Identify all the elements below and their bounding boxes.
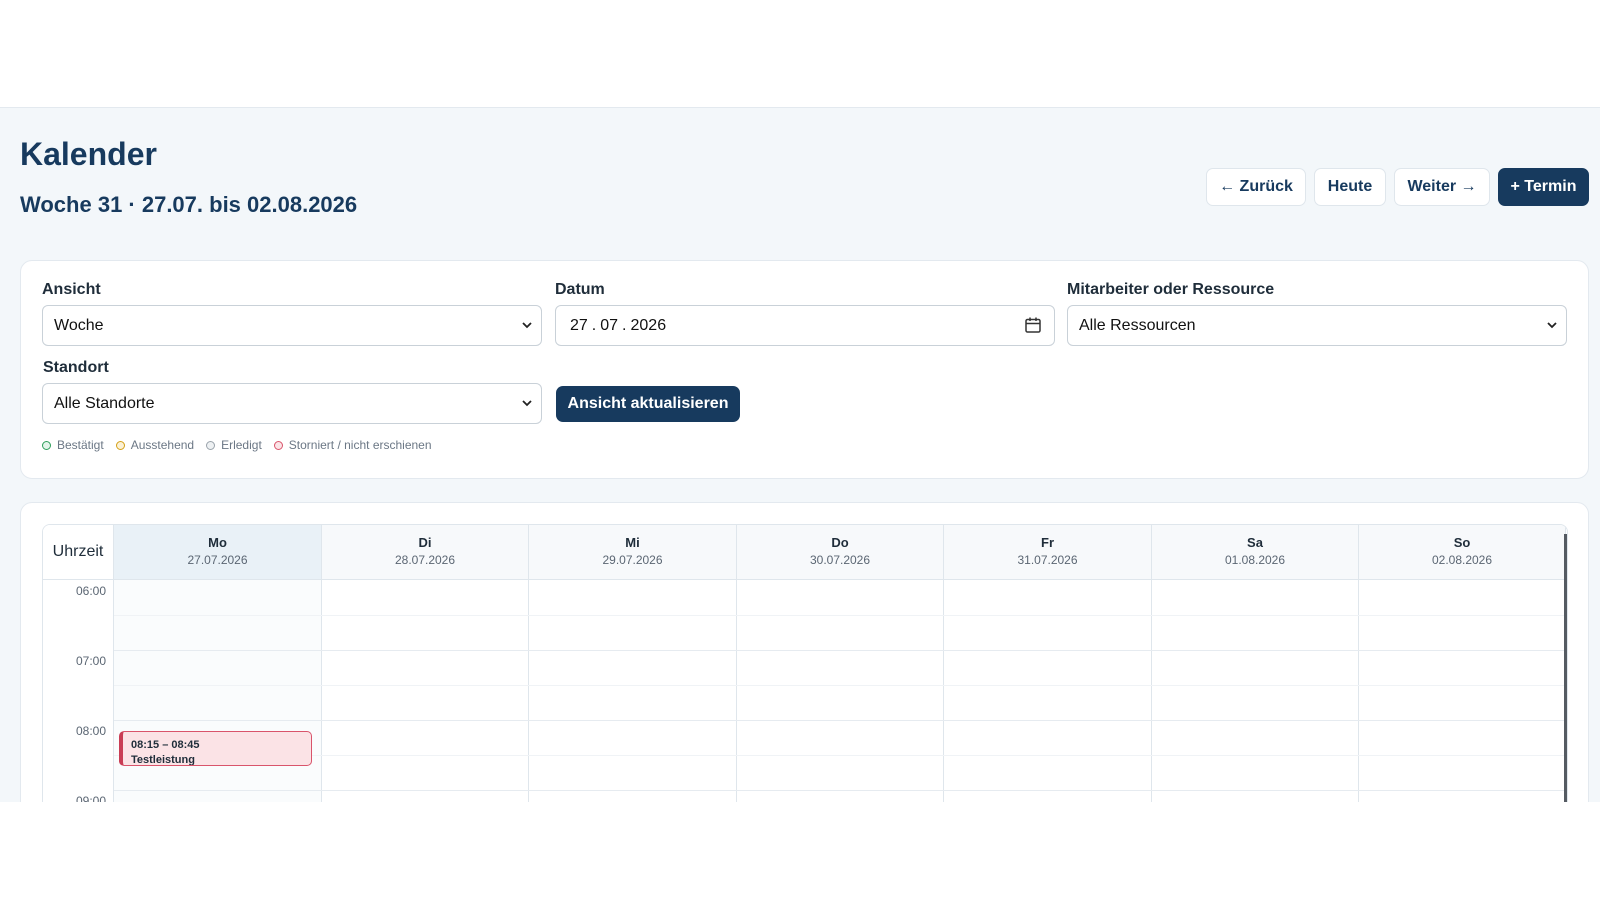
day-header-sa[interactable]: Sa 01.08.2026 (1152, 525, 1359, 580)
day-date: 01.08.2026 (1224, 553, 1286, 567)
legend-item-cancelled: Storniert / nicht erschienen (273, 438, 432, 452)
legend-item-done: Erledigt (206, 438, 262, 452)
day-name: Di (418, 535, 432, 550)
status-dot (115, 440, 125, 450)
view-label: Ansicht (42, 281, 101, 298)
status-legend: Bestätigt Ausstehend Erledigt Storniert … (42, 438, 444, 452)
previous-week-button[interactable]: ← Zurück (1206, 168, 1306, 206)
today-button[interactable]: Heute (1314, 168, 1386, 206)
time-column: 06:00 07:00 08:00 09:00 (43, 580, 114, 802)
chevron-down-icon (522, 322, 532, 329)
time-column-header: Uhrzeit (43, 525, 114, 580)
location-label: Standort (43, 359, 109, 376)
main-content: Kalender Woche 31 · 27.07. bis 02.08.202… (0, 108, 1600, 802)
day-header-do[interactable]: Do 30.07.2026 (737, 525, 944, 580)
resource-label: Mitarbeiter oder Ressource (1067, 281, 1275, 298)
legend-label: Storniert / nicht erschienen (288, 438, 432, 452)
date-separator: . (622, 316, 627, 334)
day-header-so[interactable]: So 02.08.2026 (1359, 525, 1566, 580)
hour-line (114, 650, 1567, 651)
day-column-so[interactable] (1359, 580, 1566, 802)
day-column-sa[interactable] (1152, 580, 1359, 802)
view-select[interactable]: Woche (42, 305, 542, 346)
legend-label: Erledigt (221, 438, 262, 452)
day-column-di[interactable] (322, 580, 529, 802)
day-name: Mo (208, 535, 227, 550)
calendar-icon[interactable] (1024, 316, 1042, 334)
location-select[interactable]: Alle Standorte (42, 383, 542, 424)
chevron-down-icon (1547, 322, 1557, 329)
apply-view-button[interactable]: Ansicht aktualisieren (556, 386, 740, 422)
legend-label: Bestätigt (57, 438, 104, 452)
time-label: 07:00 (75, 654, 106, 668)
day-name: Sa (1247, 535, 1263, 550)
day-name: Do (831, 535, 849, 550)
day-name: Fr (1041, 535, 1054, 550)
day-date: 30.07.2026 (809, 553, 871, 567)
date-separator: . (591, 316, 597, 334)
time-label: 06:00 (75, 584, 106, 598)
hour-line (114, 720, 1567, 721)
day-column-fr[interactable] (944, 580, 1152, 802)
day-name: Mi (625, 535, 640, 550)
half-hour-line (114, 615, 1567, 616)
week-range-title: Woche 31 · 27.07. bis 02.08.2026 (20, 192, 358, 217)
legend-item-pending: Ausstehend (115, 438, 195, 452)
time-label: 09:00 (75, 794, 106, 802)
day-date: 29.07.2026 (602, 553, 663, 567)
page-title: Kalender (20, 136, 157, 172)
date-year: 2026 (630, 316, 667, 334)
event-title: Testleistung (131, 754, 195, 766)
day-header-mi[interactable]: Mi 29.07.2026 (529, 525, 737, 580)
day-date: 02.08.2026 (1431, 553, 1493, 567)
date-input[interactable]: 27 . 07 . 2026 (555, 305, 1055, 346)
status-dot (273, 440, 283, 450)
hour-line (114, 790, 1567, 791)
next-week-button[interactable]: Weiter → (1394, 168, 1490, 206)
new-appointment-button[interactable]: + Termin (1498, 168, 1589, 206)
time-label: 08:00 (75, 724, 106, 738)
legend-label: Ausstehend (130, 438, 195, 452)
status-dot (42, 440, 51, 450)
appointment-event[interactable]: 08:15 – 08:45 Testleistung (119, 731, 312, 766)
half-hour-line (114, 755, 1567, 756)
status-dot (206, 440, 216, 450)
day-column-mi[interactable] (529, 580, 737, 802)
day-date: 28.07.2026 (394, 553, 456, 567)
date-day: 27 (570, 316, 588, 334)
legend-item-confirmed: Bestätigt (42, 438, 104, 452)
view-select-value: Woche (54, 316, 104, 334)
day-column-mo[interactable] (114, 580, 322, 802)
location-select-value: Alle Standorte (54, 394, 155, 412)
resource-select[interactable]: Alle Ressourcen (1067, 305, 1567, 346)
event-time: 08:15 – 08:45 (131, 739, 200, 751)
day-header-di[interactable]: Di 28.07.2026 (322, 525, 529, 580)
date-label: Datum (555, 281, 605, 298)
top-bar (0, 0, 1600, 108)
day-date: 27.07.2026 (187, 553, 248, 567)
day-name: So (1453, 535, 1471, 550)
day-header-fr[interactable]: Fr 31.07.2026 (944, 525, 1152, 580)
date-month: 07 (600, 316, 619, 334)
week-grid: Uhrzeit Mo 27.07.2026 Di 28.07.2026 Mi 2… (42, 524, 1568, 802)
day-header-mo[interactable]: Mo 27.07.2026 (114, 525, 322, 580)
day-column-do[interactable] (737, 580, 944, 802)
day-date: 31.07.2026 (1017, 553, 1078, 567)
chevron-down-icon (522, 400, 532, 407)
half-hour-line (114, 685, 1567, 686)
filter-panel: Ansicht Woche Datum 27 . 07 . 2026 Mitar… (20, 260, 1589, 479)
calendar-panel: Uhrzeit Mo 27.07.2026 Di 28.07.2026 Mi 2… (20, 502, 1589, 802)
resource-select-value: Alle Ressourcen (1079, 316, 1196, 334)
calendar-scrollbar[interactable] (1564, 534, 1567, 802)
